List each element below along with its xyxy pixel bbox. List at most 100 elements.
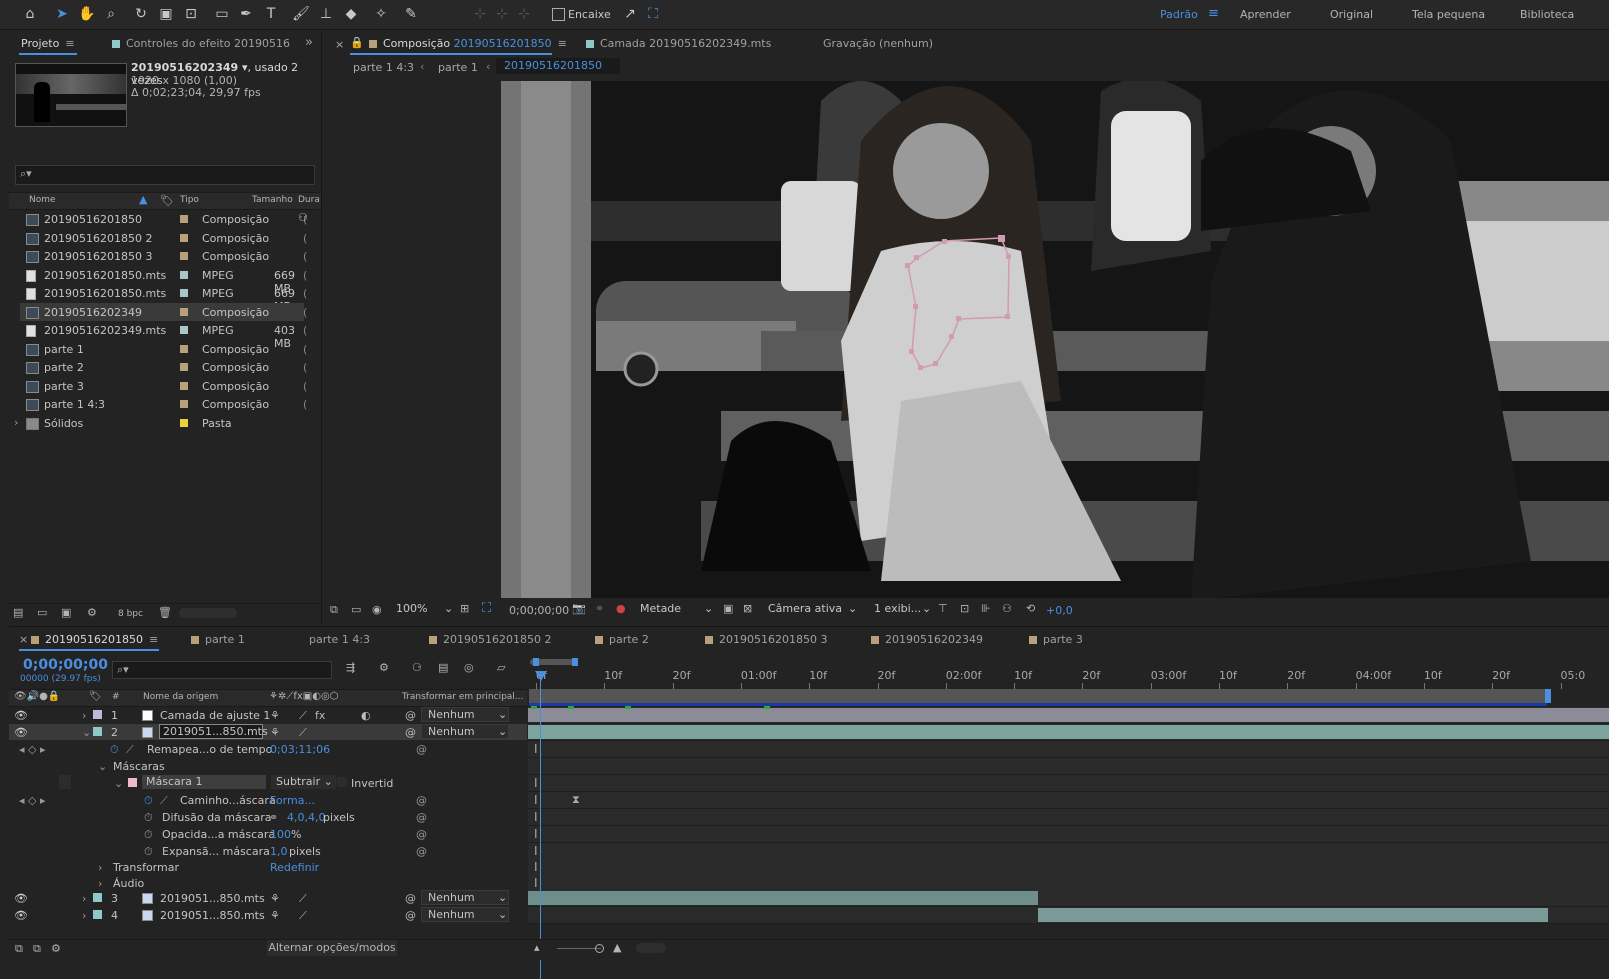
layer-duration-bar[interactable]: [528, 708, 1609, 722]
project-item[interactable]: 20190516201850 2 Composição (: [20, 229, 307, 247]
label-color-swatch[interactable]: [93, 710, 102, 719]
workspace-padrao[interactable]: Padrão: [1160, 8, 1198, 21]
parent-dropdown[interactable]: Nenhum ⌄: [421, 707, 509, 722]
layer-switches-icon[interactable]: ⧉: [15, 942, 23, 956]
type-icon[interactable]: T: [261, 4, 281, 24]
property-row[interactable]: › Áudio: [9, 875, 527, 891]
property-track[interactable]: I ⧗: [528, 792, 1609, 809]
views-dropdown[interactable]: 1 exibi... ⌄: [870, 602, 931, 616]
workspace-aprender[interactable]: Aprender: [1240, 8, 1291, 21]
mask-mode-dropdown[interactable]: Subtrair ⌄: [271, 775, 336, 789]
breadcrumb-1[interactable]: parte 1: [438, 61, 478, 74]
stamp-icon[interactable]: ⊥: [316, 4, 336, 24]
current-time-display[interactable]: 0;00;00;00: [509, 604, 569, 617]
shy-switch-icon[interactable]: ⚘: [270, 909, 280, 922]
composition-viewer[interactable]: [501, 81, 1609, 598]
project-item[interactable]: parte 2 Composição (: [20, 358, 307, 376]
label-color-swatch[interactable]: [180, 418, 188, 427]
expression-icon[interactable]: @: [416, 828, 427, 841]
project-item[interactable]: 20190516201850.mtsMPEG669 MB(: [20, 284, 307, 313]
new-composition-icon[interactable]: ▣: [61, 606, 71, 619]
label-color-swatch[interactable]: [180, 363, 188, 371]
region-of-interest-icon[interactable]: ▣: [723, 602, 733, 615]
camera-dropdown[interactable]: Câmera ativa ⌄: [764, 602, 858, 616]
fast-preview-icon[interactable]: ⊡: [960, 602, 969, 615]
project-item[interactable]: 20190516202349 Composição (: [20, 302, 307, 321]
transfer-controls-icon[interactable]: ⧉: [33, 942, 41, 956]
transparency-grid-icon[interactable]: ⊠: [743, 602, 752, 615]
eye-icon[interactable]: 👁: [14, 709, 28, 722]
expand-arrow-icon[interactable]: ›: [82, 892, 86, 905]
property-row[interactable]: ⌄ Máscara 1 Subtrair ⌄ Invertid: [9, 775, 527, 791]
layer-track[interactable]: [528, 890, 1609, 907]
property-track[interactable]: I: [528, 809, 1609, 826]
property-row[interactable]: ⏱ Expansã... máscara 1,0 pixels @: [9, 843, 527, 859]
flowchart-icon[interactable]: ⚇: [1002, 602, 1012, 615]
prop-time-remap-value[interactable]: 0;03;11;06: [270, 743, 330, 756]
layer-duration-bar[interactable]: [528, 891, 1038, 905]
expand-arrow-icon[interactable]: ›: [82, 709, 86, 722]
layer-row[interactable]: 👁 › 1 Camada de ajuste 1 ⚘ ⟋ fx ◐ @ Nenhum ⌄: [9, 707, 527, 723]
project-item[interactable]: parte 3 Composição (: [20, 377, 307, 395]
expression-icon[interactable]: @: [416, 811, 427, 824]
new-folder-icon[interactable]: ▭: [37, 606, 47, 619]
toggle-pixel-icon[interactable]: ⊤: [938, 602, 948, 615]
zoom-dropdown[interactable]: 100% ⌄: [392, 602, 453, 616]
eye-icon[interactable]: 👁: [14, 892, 28, 905]
graph-icon[interactable]: ⟋: [126, 743, 134, 757]
expand-arrow-icon[interactable]: ›: [98, 861, 102, 874]
prop-mask-path-value[interactable]: Forma...: [270, 794, 315, 807]
layer-row[interactable]: 👁 › 4 2019051...850.mts ⚘ ⟋ @ Nenhum ⌄: [9, 907, 527, 923]
fit-icon[interactable]: ⊞: [460, 602, 469, 615]
shy-switch-icon[interactable]: ⚘: [270, 709, 280, 722]
in-out-icon[interactable]: ⚙: [51, 942, 61, 955]
prop-masks[interactable]: Máscaras: [113, 760, 165, 773]
layer-row[interactable]: 👁 › 3 2019051...850.mts ⚘ ⟋ @ Nenhum ⌄: [9, 890, 527, 906]
layer-duration-bar[interactable]: [1038, 908, 1548, 922]
keyframe-nav-icon[interactable]: ◂ ◇ ▸: [19, 794, 46, 807]
eye-icon[interactable]: 👁: [14, 909, 28, 922]
zoom-out-icon[interactable]: ▴: [534, 941, 540, 954]
timeline-scrollbar[interactable]: [636, 943, 666, 953]
toggle-switches-modes-button[interactable]: Alternar opções/modos: [267, 940, 397, 956]
parent-dropdown[interactable]: Nenhum ⌄: [421, 890, 509, 905]
project-item[interactable]: parte 1 Composição (: [20, 340, 307, 358]
layer-name[interactable]: 2019051...850.mts: [159, 724, 268, 739]
property-track[interactable]: [528, 758, 1609, 775]
expression-icon[interactable]: @: [416, 845, 427, 858]
show-snapshot-icon[interactable]: ⚭: [595, 602, 604, 615]
constrain-link-icon[interactable]: ⚭: [269, 811, 278, 824]
prop-mask-opacity-value[interactable]: 100: [270, 828, 291, 841]
keyframe-nav-icon[interactable]: ◂ ◇ ▸: [19, 743, 46, 756]
pick-whip-icon[interactable]: @: [405, 909, 416, 922]
snapping-checkbox[interactable]: [552, 8, 565, 21]
snapshot-icon[interactable]: 📷: [572, 602, 586, 615]
timeline-icon[interactable]: ⊪: [981, 602, 991, 615]
mask-visibility-icon[interactable]: ⛶: [482, 601, 491, 616]
label-color-swatch[interactable]: [180, 252, 188, 260]
lock-icon[interactable]: 🔒: [350, 36, 364, 49]
property-row[interactable]: ◂ ◇ ▸ ⏱ ⟋ Remapea...o de tempo 0;03;11;06 @: [9, 741, 527, 757]
label-color-swatch[interactable]: [180, 381, 188, 390]
layer-name[interactable]: Camada de ajuste 1: [160, 709, 270, 722]
label-color-swatch[interactable]: [93, 910, 102, 919]
home-icon[interactable]: ⌂: [20, 4, 40, 24]
label-color-swatch[interactable]: [180, 233, 188, 242]
close-tab-icon[interactable]: ×: [335, 38, 344, 51]
expression-icon[interactable]: @: [416, 743, 427, 756]
tab-composition[interactable]: Composição 20190516201850 ≡: [369, 37, 567, 50]
project-item[interactable]: › Sólidos Pasta: [14, 414, 304, 432]
collapse-arrow-icon[interactable]: ⌄: [114, 777, 123, 790]
label-color-swatch[interactable]: [180, 326, 188, 334]
collapse-arrow-icon[interactable]: ⌄: [82, 726, 91, 739]
expand-arrow-icon[interactable]: ›: [82, 909, 86, 922]
quality-switch-icon[interactable]: ⟋: [299, 892, 307, 906]
trash-icon[interactable]: 🗑: [158, 606, 172, 619]
property-row[interactable]: › Transformar Redefinir: [9, 859, 527, 875]
roto-icon[interactable]: ✧: [371, 4, 391, 24]
channel-icon[interactable]: ●: [616, 602, 626, 615]
fx-switch-icon[interactable]: fx: [315, 709, 325, 722]
property-row[interactable]: ⏱ Difusão da máscara ⚭ 4,0,4,0 pixels @: [9, 809, 527, 825]
pick-whip-icon[interactable]: @: [405, 726, 416, 739]
layer-track[interactable]: [528, 724, 1609, 741]
